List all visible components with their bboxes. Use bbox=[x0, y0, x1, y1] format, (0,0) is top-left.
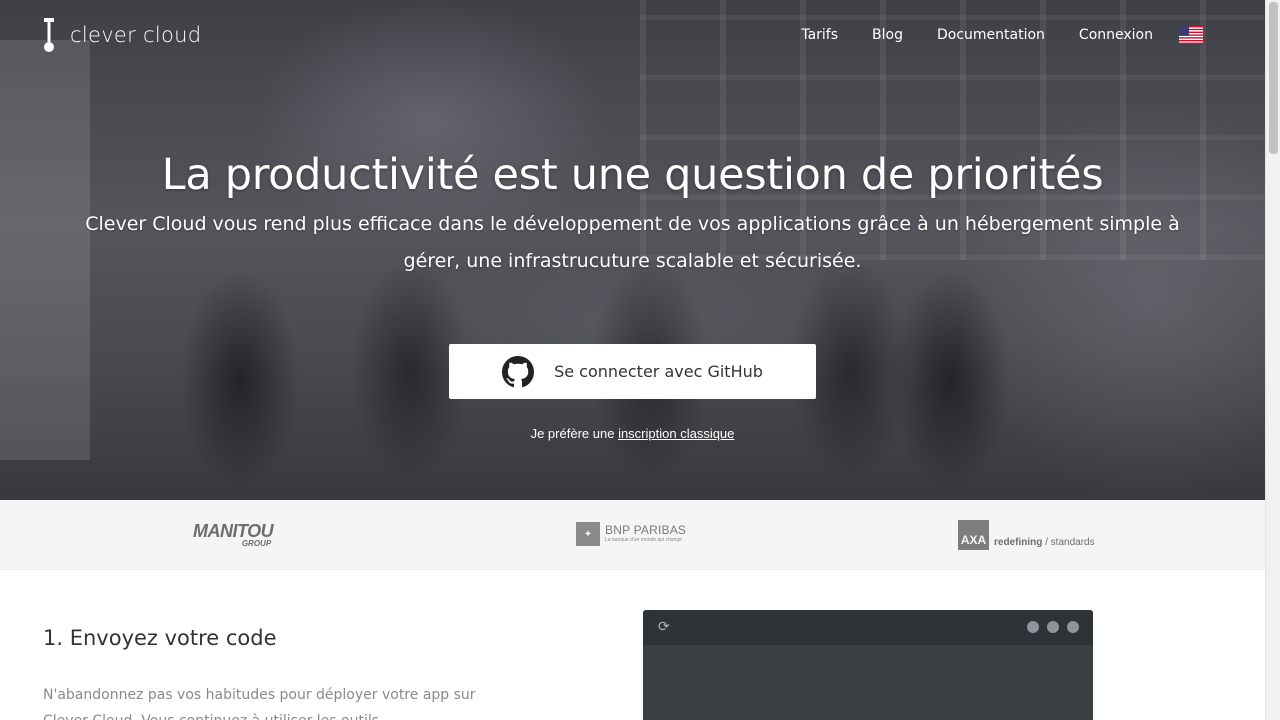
manitou-name: MANITOU bbox=[193, 521, 274, 541]
page-scrollbar[interactable] bbox=[1265, 0, 1280, 720]
clever-cloud-logo-icon bbox=[44, 18, 54, 52]
bnp-name: BNP PARIBAS bbox=[605, 523, 687, 537]
terminal-window: ⟳ bbox=[643, 610, 1093, 720]
window-dot-icon bbox=[1027, 621, 1039, 633]
manitou-logo: MANITOU GROUP bbox=[193, 521, 274, 548]
github-icon bbox=[502, 355, 535, 387]
bnp-tagline: La banque d'un monde qui change bbox=[605, 537, 682, 543]
terminal-window-controls bbox=[1019, 621, 1079, 633]
axa-tagline: redefining / standards bbox=[994, 537, 1095, 548]
hero-section: clever cloud Tarifs Blog Documentation C… bbox=[0, 0, 1265, 500]
alt-signup-text: Je préfère une inscription classique bbox=[0, 426, 1265, 441]
nav-tarifs[interactable]: Tarifs bbox=[801, 25, 838, 45]
us-flag-icon[interactable] bbox=[1179, 26, 1203, 44]
logo[interactable]: clever cloud bbox=[42, 16, 201, 54]
step-1-title: 1. Envoyez votre code bbox=[43, 626, 277, 650]
axa-mark: AXA bbox=[958, 520, 989, 550]
github-button-label: Se connecter avec GitHub bbox=[554, 362, 763, 381]
axa-tagline-bold: redefining bbox=[994, 536, 1043, 548]
nav-connexion[interactable]: Connexion bbox=[1079, 25, 1153, 45]
classic-signup-link[interactable]: inscription classique bbox=[618, 426, 734, 441]
hero-subtitle: Clever Cloud vous rend plus efficace dan… bbox=[85, 213, 1180, 272]
logo-text: clever cloud bbox=[70, 23, 202, 47]
step-1-text: N'abandonnez pas vos habitudes pour dépl… bbox=[43, 687, 476, 720]
window-dot-icon bbox=[1047, 621, 1059, 633]
window-dot-icon bbox=[1067, 621, 1079, 633]
alt-signup-prefix: Je préfère une bbox=[530, 426, 615, 441]
nav-documentation[interactable]: Documentation bbox=[937, 25, 1045, 45]
main-nav: Tarifs Blog Documentation Connexion bbox=[767, 25, 1203, 45]
bnp-paribas-logo: ✦ BNP PARIBAS La banque d'un monde qui c… bbox=[576, 522, 686, 546]
nav-blog[interactable]: Blog bbox=[872, 25, 903, 45]
hero-title: La productivité est une question de prio… bbox=[161, 150, 1104, 200]
scrollbar-thumb[interactable] bbox=[1269, 2, 1278, 154]
terminal-titlebar: ⟳ bbox=[643, 610, 1093, 645]
github-signin-button[interactable]: Se connecter avec GitHub bbox=[449, 344, 816, 399]
bnp-stars-icon: ✦ bbox=[576, 522, 600, 546]
manitou-sub: GROUP bbox=[241, 539, 272, 548]
refresh-icon[interactable]: ⟳ bbox=[658, 620, 670, 634]
axa-tagline-rest: / standards bbox=[1045, 536, 1095, 548]
axa-logo: AXA redefining / standards bbox=[958, 520, 1095, 550]
